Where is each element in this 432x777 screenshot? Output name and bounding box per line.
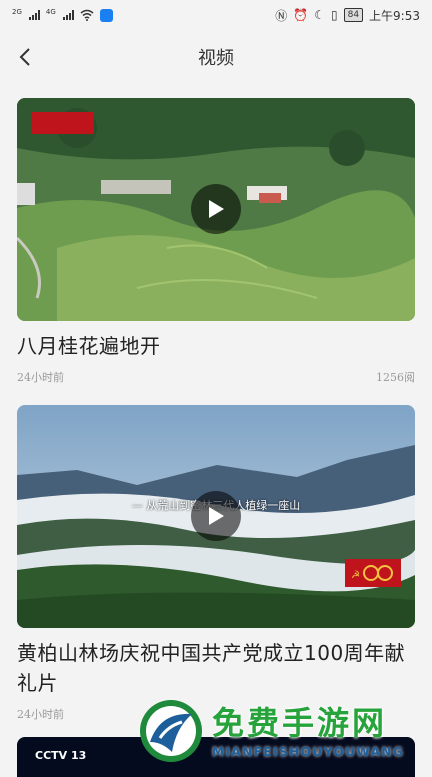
video-title-1[interactable]: 八月桂花遍地开 <box>17 331 415 361</box>
play-icon <box>209 507 224 525</box>
play-icon <box>209 200 224 218</box>
clock: 上午9:53 <box>369 8 420 23</box>
network-4g-label: 4G <box>45 7 56 16</box>
watermark-text: 免费手游网 <box>212 704 388 742</box>
video-time-1: 24小时前 <box>17 371 64 384</box>
video-card-2[interactable]: — 从荒山到密林三代人植绿一座山 ☭ 黄柏山林场庆祝中国共产党成立100周年献礼… <box>17 405 415 722</box>
nfc-icon: Ⓝ <box>275 8 288 23</box>
page-title: 视频 <box>198 48 234 69</box>
watermark-logo-icon <box>140 700 202 762</box>
logo-banner <box>32 112 94 134</box>
status-right: Ⓝ ⏰ ☾ ▯ 84 上午9:53 <box>275 7 420 24</box>
status-bar: 2G 4G Ⓝ ⏰ ☾ ▯ 84 上午9:53 <box>0 0 432 30</box>
signal-icon <box>28 10 40 20</box>
network-2g-label: 2G <box>12 7 22 16</box>
moon-icon: ☾ <box>314 8 325 22</box>
app-notification-icon <box>99 8 113 22</box>
video-time-2: 24小时前 <box>17 708 64 721</box>
status-left: 2G 4G <box>12 7 113 22</box>
video-card-1[interactable]: 八月桂花遍地开 24小时前 1256阅 <box>17 98 415 385</box>
channel-logo-3: CCTV 13 <box>35 749 87 762</box>
video-meta-1: 24小时前 1256阅 <box>17 369 415 385</box>
video-thumbnail-2[interactable]: — 从荒山到密林三代人植绿一座山 ☭ <box>17 405 415 628</box>
video-views-1: 1256阅 <box>376 371 415 384</box>
watermark-subtext: MIANFEISHOUYOUWANG <box>212 745 405 759</box>
anniversary-emblem-icon: ☭ <box>345 559 401 587</box>
battery-icon: 84 <box>343 8 364 22</box>
play-button-2[interactable] <box>191 491 241 541</box>
vibrate-icon: ▯ <box>330 8 338 22</box>
video-thumbnail-1[interactable] <box>17 98 415 321</box>
back-button[interactable] <box>14 44 36 70</box>
signal-icon-2 <box>62 10 74 20</box>
nav-header: 视频 <box>0 30 432 84</box>
alarm-icon: ⏰ <box>293 8 309 22</box>
chevron-left-icon <box>19 48 30 66</box>
wifi-icon <box>80 9 94 21</box>
play-button-1[interactable] <box>191 184 241 234</box>
svg-text:☭: ☭ <box>351 570 360 581</box>
video-title-2[interactable]: 黄柏山林场庆祝中国共产党成立100周年献礼片 <box>17 638 415 698</box>
watermark: 免费手游网 MIANFEISHOUYOUWANG <box>136 693 432 768</box>
